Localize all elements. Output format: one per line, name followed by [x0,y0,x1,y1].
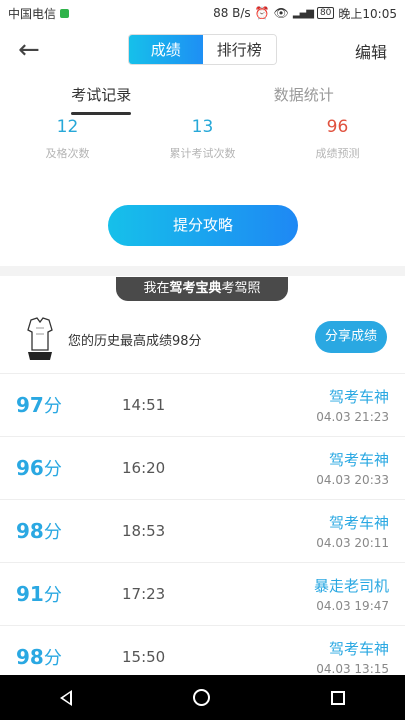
list-item[interactable]: 97分 14:51 驾考车神 04.03 21:23 [0,373,405,436]
section-divider [0,266,405,276]
best-score-row: 您的历史最高成绩98分 分享成绩 [0,312,405,370]
record-title: 驾考车神 [328,514,389,532]
record-score: 96分 [16,455,62,481]
record-title: 驾考车神 [328,388,389,406]
nav-bar: ← 成绩 排行榜 编辑 [0,26,405,74]
system-nav-bar [0,675,405,720]
stat-label: 成绩预测 [315,147,360,160]
score-value: 96 [16,456,44,480]
tab-exam-records[interactable]: 考试记录 [0,80,203,115]
edit-button[interactable]: 编辑 [355,39,387,63]
score-unit: 分 [43,585,62,606]
score-value: 98 [16,519,44,543]
record-duration: 18:53 [122,522,166,540]
record-date: 04.03 13:15 [316,662,389,676]
record-duration: 16:20 [122,459,166,477]
tab-data-stats[interactable]: 数据统计 [203,80,405,114]
trophy-shirt-icon [27,317,53,360]
share-score-button[interactable]: 分享成绩 [315,321,387,353]
record-title: 驾考车神 [328,640,389,658]
carrier-label: 中国电信 [8,6,57,21]
tab-data-stats-label: 数据统计 [273,86,334,104]
record-score: 97分 [16,392,62,418]
exam-records-list: 97分 14:51 驾考车神 04.03 21:23 96分 16:20 驾考车… [0,373,405,688]
list-item[interactable]: 96分 16:20 驾考车神 04.03 20:33 [0,436,405,499]
signal-icon: ▂▄▆ [292,7,314,19]
list-item[interactable]: 98分 18:53 驾考车神 04.03 20:11 [0,499,405,562]
record-date: 04.03 20:33 [316,473,389,487]
tab-scores[interactable]: 成绩 [129,35,203,64]
record-duration: 14:51 [122,396,166,414]
score-unit: 分 [43,522,62,543]
list-item[interactable]: 91分 17:23 暴走老司机 04.03 19:47 [0,562,405,625]
banner-prefix: 我在 [143,281,170,296]
stat-label: 累计考试次数 [169,147,236,160]
record-score: 98分 [16,644,62,670]
banner-suffix: 考驾照 [221,281,261,296]
score-unit: 分 [43,396,62,417]
banner-brand: 驾考宝典 [169,281,222,296]
record-date: 04.03 19:47 [316,599,389,613]
record-score: 91分 [16,581,62,607]
score-unit: 分 [43,459,62,480]
home-circle-icon[interactable] [192,689,210,706]
stat-value: 96 [326,117,349,137]
sub-tabs: 考试记录 数据统计 [0,80,405,115]
record-score: 98分 [16,518,62,544]
improve-tips-button[interactable]: 提分攻略 [108,205,298,246]
score-value: 91 [16,582,44,606]
record-duration: 15:50 [122,648,166,666]
tab-leaderboard[interactable]: 排行榜 [202,35,276,64]
record-duration: 17:23 [122,585,166,603]
stats-summary: 12 及格次数 13 累计考试次数 96 成绩预测 [0,114,405,170]
status-time: 晚上10:05 [338,6,397,21]
best-score-text: 您的历史最高成绩98分 [68,334,202,349]
network-speed: 88 B/s [213,6,251,20]
battery-icon: 80 [316,7,335,19]
record-date: 04.03 21:23 [316,410,389,424]
record-title: 驾考车神 [328,451,389,469]
recents-square-icon[interactable] [330,690,345,705]
stat-label: 及格次数 [45,147,90,160]
status-bar: 中国电信 88 B/s ⏰ 👁 ▂▄▆ 80 晚上10:05 [0,0,405,26]
record-title: 暴走老司机 [313,577,389,595]
stat-value: 13 [191,117,214,137]
arrow-left-icon[interactable]: ← [18,36,46,64]
record-date: 04.03 20:11 [316,536,389,550]
sim-icon [60,8,70,18]
segment-control: 成绩 排行榜 [128,34,277,65]
score-value: 97 [16,393,44,417]
stat-pass-count: 12 及格次数 [0,114,135,170]
stat-score-prediction: 96 成绩预测 [270,114,405,170]
back-triangle-icon[interactable] [60,689,73,706]
stat-total-exams: 13 累计考试次数 [135,114,270,170]
alarm-icon: ⏰ [254,6,270,20]
app-banner: 我在驾考宝典考驾照 [116,277,288,301]
score-value: 98 [16,645,44,669]
tab-exam-records-label: 考试记录 [71,86,132,104]
score-unit: 分 [43,648,62,669]
stat-value: 12 [56,117,79,137]
eye-icon: 👁 [273,6,289,20]
